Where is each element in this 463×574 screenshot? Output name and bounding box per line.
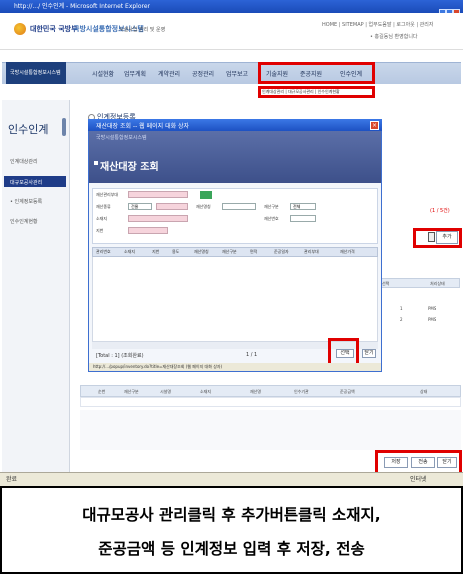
field-label: 재산구분 (264, 204, 279, 209)
user-greeting: • 홍길동님 환영합니다 (370, 34, 418, 40)
lower-table-header-cell: 재산구분 (124, 389, 139, 394)
lower-table-header-cell: 소재지 (200, 389, 212, 394)
grid-header-cell: 소재지 (124, 249, 136, 254)
table-cell: 2 (400, 317, 403, 322)
form-area (80, 410, 461, 450)
status-zone: 인터넷 (410, 476, 427, 483)
grid-header-cell: 재산명칭 (194, 249, 209, 254)
bullet-icon (94, 161, 98, 165)
property-class-select[interactable]: 전체 (290, 203, 316, 210)
dialog-heading: 재산대장 조회 (100, 162, 159, 173)
property-number-input[interactable] (290, 215, 316, 222)
dialog-close-button[interactable]: 닫기 (362, 349, 376, 358)
caption-line-1: 대규모공사 관리클릭 후 추가버튼클릭 소재지, (82, 506, 381, 524)
browser-status-bar (0, 472, 463, 486)
grid-header-cell: 용도 (172, 249, 180, 254)
field-label: 재산관리부대 (96, 192, 119, 197)
lower-table-header-cell: 시설명 (160, 389, 172, 394)
caption-box (0, 486, 463, 574)
system-subtitle: 시설사업 관리 및 운영 (119, 27, 166, 33)
grid-header-cell: 관리번호 (96, 249, 111, 254)
lot-number-input[interactable] (128, 227, 168, 234)
sidebar-toggle[interactable] (62, 118, 66, 136)
util-links[interactable]: HOME | SITEMAP | 업무도움말 | 로그아웃 | 관리자 (322, 21, 433, 28)
property-name-input[interactable] (222, 203, 256, 210)
org-name: 대한민국 국방부 (30, 25, 78, 33)
table-row[interactable] (80, 397, 461, 407)
result-grid-body[interactable] (92, 257, 378, 342)
nav-brand-label: 국방시설통합정보시스템 (10, 70, 61, 76)
field-label: 재산번호 (264, 216, 279, 221)
sidebar-item-handover-target[interactable]: 인계대상관리 (10, 158, 38, 165)
sidebar-item-status[interactable]: 인수인계현황 (10, 218, 38, 225)
sidebar-item-large-project-label: 대규모공사관리 (10, 180, 43, 186)
result-count: [Total : 1] (조회완료) (96, 353, 144, 359)
add-button[interactable]: 추가 (436, 231, 458, 244)
lower-table-header-cell: 재산명 (250, 389, 262, 394)
right-table-header-cell: 처리상태 (430, 281, 445, 286)
dialog-title: 재산대장 조회 -- 웹 페이지 대화 상자 (96, 123, 190, 130)
send-button[interactable]: 전송 (411, 457, 435, 468)
grid-header-cell: 관리부대 (304, 249, 319, 254)
right-table-header-cell: 선택 (382, 281, 390, 286)
select-button[interactable]: 선택 (336, 349, 354, 358)
field-label: 소재지 (96, 216, 108, 221)
property-type-input[interactable] (156, 203, 188, 210)
nav-item-report[interactable]: 업무보고 (226, 69, 248, 78)
nav-item-plan[interactable]: 업무계획 (124, 69, 146, 78)
search-button[interactable] (200, 191, 212, 199)
left-sidebar (2, 100, 70, 472)
submenu-links[interactable]: 인계대상관리 | 대규모공사관리 | 인수인계현황 (262, 89, 340, 95)
grid-header-cell: 재산가격 (340, 249, 355, 254)
record-count: (1 / 5건) (430, 208, 450, 214)
managing-unit-input[interactable] (128, 191, 188, 198)
dialog-subtitle: 국방시설통합정보시스템 (96, 135, 147, 141)
field-label: 재산종류 (96, 204, 111, 209)
browser-title: http://.../ 인수인계 - Microsoft Internet Ex… (14, 3, 151, 10)
nav-item-contract[interactable]: 계약관리 (158, 69, 180, 78)
grid-header-cell: 준공일자 (274, 249, 289, 254)
table-cell: 1 (400, 306, 403, 311)
field-label: 지번 (96, 228, 104, 233)
save-button[interactable]: 저장 (384, 457, 408, 468)
sidebar-item-register[interactable]: • 인계정보등록 (10, 198, 42, 205)
status-text: 완료 (6, 476, 18, 483)
dialog-close-icon[interactable]: × (370, 121, 379, 130)
field-label: 재산명칭 (196, 204, 211, 209)
grid-header-cell: 재산구분 (222, 249, 237, 254)
caption-line-2: 준공금액 등 인계정보 입력 후 저장, 전송 (98, 540, 365, 558)
property-type-select[interactable]: 건물 (128, 203, 152, 210)
lower-table-header-cell: 인수기관 (294, 389, 309, 394)
page-indicator: 1 / 1 (246, 352, 258, 358)
nav-highlight-box (258, 62, 375, 84)
nav-item-facility[interactable]: 시설현황 (92, 69, 114, 78)
dialog-url: http://.../popup/inventory.do?title=재산대장… (93, 364, 223, 369)
document-icon (428, 232, 435, 242)
lower-table-header-cell: 준공금액 (340, 389, 355, 394)
lower-table-header-cell: 상태 (420, 389, 428, 394)
grid-header-cell: 지번 (152, 249, 160, 254)
logo-icon (14, 23, 26, 35)
grid-header-cell: 면적 (250, 249, 258, 254)
sidebar-title: 인수인계 (8, 123, 49, 136)
window-controls[interactable] (439, 2, 461, 17)
lower-table-header-cell: 순번 (98, 389, 106, 394)
close-button[interactable]: 닫기 (437, 457, 457, 468)
nav-item-process[interactable]: 공정관리 (192, 69, 214, 78)
location-input[interactable] (128, 215, 188, 222)
table-cell: PMS (428, 317, 437, 322)
table-cell: PMS (428, 306, 437, 311)
